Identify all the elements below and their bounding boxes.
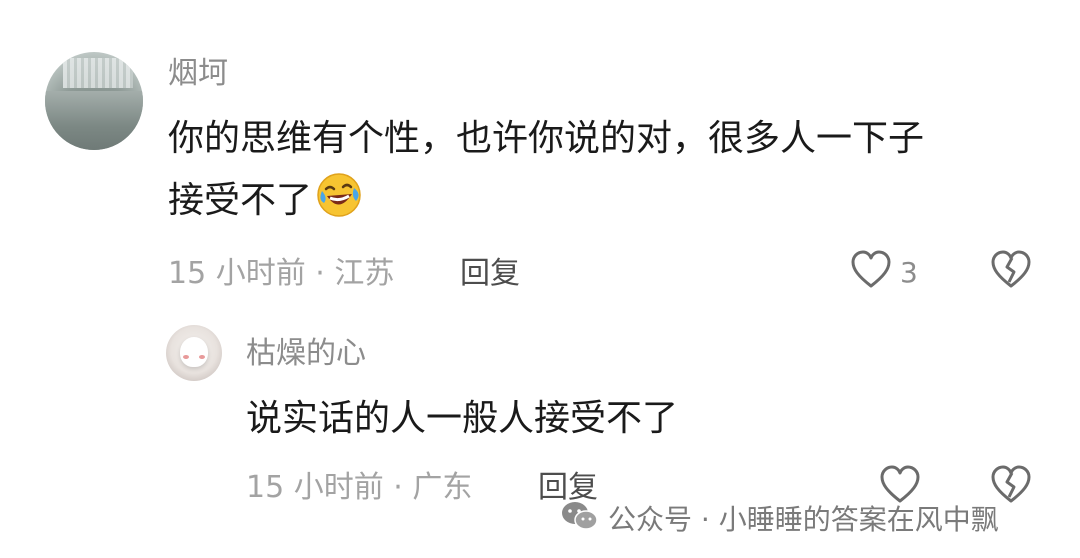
avatar-water-detail [45,91,143,150]
comment-thread: 烟坷 你的思维有个性，也许你说的对，很多人一下子 接受不了 15 小时前 · 江… [0,0,1080,558]
wechat-watermark: 公众号 · 小睡睡的答案在风中飘 [560,500,999,540]
comment-meta: 15 小时前 · 江苏 [168,256,395,291]
avatar-cheek-right [199,355,205,359]
avatar-cheek-left [183,355,189,359]
comment-text: 你的思维有个性，也许你说的对，很多人一下子 接受不了 [168,108,924,238]
comment-text-line-2-text: 接受不了 [168,180,313,221]
comment-like-button[interactable]: 3 [850,250,918,294]
heart-icon [850,250,892,294]
comment-text-line-2: 接受不了 [168,170,924,238]
replier-username[interactable]: 枯燥的心 [246,337,366,371]
replier-avatar[interactable] [166,325,222,381]
watermark-text: 公众号 · 小睡睡的答案在风中飘 [608,503,999,536]
commenter-username[interactable]: 烟坷 [168,57,228,91]
avatar-ice-detail [63,58,133,88]
broken-heart-icon [990,250,1032,294]
reply-meta: 15 小时前 · 广东 [246,470,473,505]
comment-dislike-button[interactable] [990,250,1032,294]
comment-reply-button[interactable]: 回复 [460,256,520,292]
commenter-avatar[interactable] [45,52,143,150]
comment-text-line-1: 你的思维有个性，也许你说的对，很多人一下子 [168,118,925,159]
avatar-plush-detail [180,337,208,367]
wechat-logo-icon [560,500,600,540]
comment-like-count: 3 [900,255,918,289]
reply-text: 说实话的人一般人接受不了 [246,398,679,439]
laughing-crying-face-icon [316,172,362,238]
